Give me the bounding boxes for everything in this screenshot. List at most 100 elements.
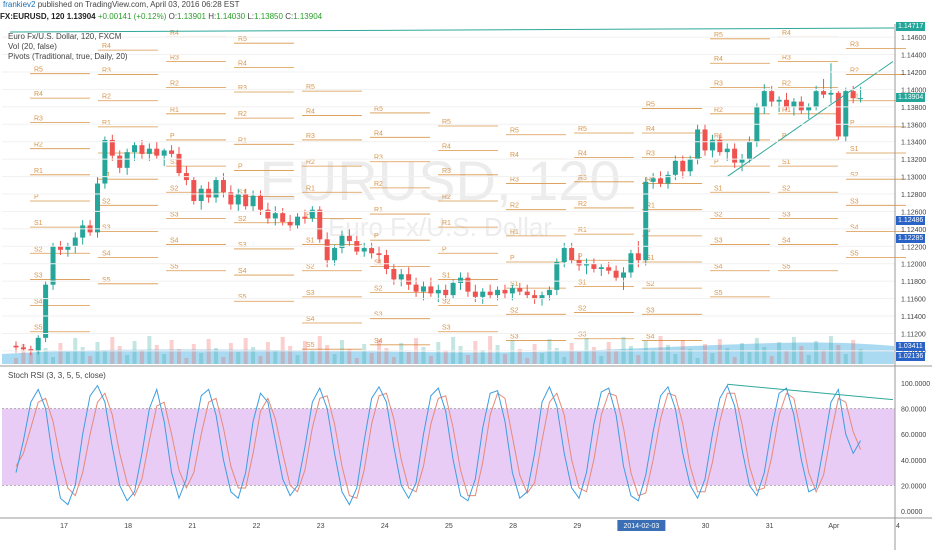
price-tick-label: 1.13400: [901, 140, 926, 147]
volume-bar: [273, 351, 278, 364]
candle-body: [109, 139, 115, 156]
chart-canvas[interactable]: EURUSD, 120 Euro Fx/U.S. Dollar R5R4R3R2…: [0, 24, 932, 550]
volume-bar: [288, 346, 293, 364]
price-tick-label: 1.14400: [901, 53, 926, 60]
candle-body: [176, 153, 182, 174]
candle-body: [435, 289, 441, 294]
candle-body: [621, 272, 627, 278]
candle-body: [13, 345, 19, 348]
pivot-label: S5: [850, 251, 859, 258]
volume-bar: [651, 350, 656, 364]
pivot-label: P: [34, 194, 39, 201]
price-tick-label: 1.14200: [901, 70, 926, 77]
volume-bar: [265, 342, 270, 364]
pivot-label: R4: [578, 150, 587, 157]
volume-bar: [828, 336, 833, 364]
candle-body: [509, 288, 515, 294]
candle-body: [213, 180, 219, 198]
volume-bar: [547, 339, 552, 364]
candle-body: [524, 291, 530, 296]
pivot-label: S2: [34, 246, 43, 253]
pivot-label: S4: [102, 251, 111, 258]
pivot-label: R5: [714, 32, 723, 39]
pivot-label: S4: [306, 316, 315, 323]
candle-body: [428, 286, 434, 294]
pivot-label: S4: [782, 238, 791, 245]
candle-body: [761, 91, 767, 107]
candle-body: [391, 268, 397, 280]
candle-body: [554, 262, 560, 290]
pivot-label: S1: [714, 185, 723, 192]
pivot-label: R4: [238, 61, 247, 68]
author-username[interactable]: frankiev2: [3, 0, 35, 9]
pivot-label: S1: [850, 146, 859, 153]
pivot-label: R2: [782, 81, 791, 88]
pivot-label: P: [238, 163, 243, 170]
candle-body: [850, 91, 856, 99]
candle-body: [495, 289, 501, 296]
legend-stoch-rsi[interactable]: Stoch RSI (3, 3, 5, 5, close): [8, 371, 106, 380]
pivot-label: S2: [782, 185, 791, 192]
pivot-label: R4: [714, 56, 723, 63]
volume-bar: [591, 347, 596, 364]
pivot-label: R2: [442, 194, 451, 201]
candle-body: [72, 237, 78, 247]
price-tag: 1.12285: [896, 233, 926, 243]
volume-bar: [740, 343, 745, 364]
time-tick-label: 25: [445, 523, 453, 530]
legend-volume[interactable]: Vol (20, false): [8, 42, 57, 51]
pivot-label: R2: [714, 107, 723, 114]
candle-body: [413, 284, 419, 292]
pivot-label: S3: [578, 332, 587, 339]
candle-body: [813, 91, 819, 107]
pivot-label: S3: [238, 242, 247, 249]
volume-bar: [199, 353, 204, 364]
volume-bar: [569, 343, 574, 364]
pivot-label: R2: [510, 203, 519, 210]
candle-body: [561, 248, 567, 262]
pivot-label: R2: [374, 181, 383, 188]
pivot-label: S1: [374, 259, 383, 266]
candle-body: [376, 253, 382, 256]
volume-bar: [680, 340, 685, 364]
volume-bar: [102, 351, 107, 364]
candle-body: [687, 159, 693, 172]
volume-bar: [784, 351, 789, 364]
volume-bar: [406, 352, 411, 364]
pivot-label: R1: [102, 120, 111, 127]
stoch-tick-label: 80.0000: [901, 407, 926, 414]
candle-body: [235, 194, 241, 205]
pivot-label: R5: [646, 102, 655, 109]
volume-bar: [132, 341, 137, 364]
legend-pivots[interactable]: Pivots (Traditional, true, Daily, 20): [8, 52, 128, 61]
pivot-label: R5: [34, 67, 43, 74]
pivot-label: R4: [102, 43, 111, 50]
candle-body: [502, 289, 508, 294]
volume-bar: [562, 357, 567, 364]
pivot-label: S5: [238, 294, 247, 301]
pivot-label: R4: [510, 152, 519, 159]
volume-bar: [473, 341, 478, 364]
symbol-label[interactable]: FX:EURUSD, 120: [0, 12, 64, 21]
volume-bar: [747, 352, 752, 364]
volume-bar: [302, 341, 307, 364]
candle-body: [198, 188, 204, 201]
volume-bar: [88, 356, 93, 364]
volume-bar: [162, 354, 167, 364]
candle-body: [257, 195, 263, 210]
candle-body: [695, 129, 701, 160]
candle-body: [287, 221, 293, 226]
price-tick-label: 1.13200: [901, 157, 926, 164]
candle-body: [117, 155, 123, 168]
legend-title[interactable]: Euro Fx/U.S. Dollar, 120, FXCM: [8, 32, 121, 41]
volume-bar: [295, 355, 300, 364]
time-tick-label: 4: [896, 523, 900, 530]
high-value: 1.14030: [216, 12, 246, 21]
pivot-label: P: [850, 120, 855, 127]
candle-body: [220, 180, 226, 193]
candle-body: [465, 277, 471, 292]
candle-body: [369, 248, 375, 254]
price-tick-label: 1.12200: [901, 244, 926, 251]
candle-body: [472, 291, 478, 297]
time-tick-label: 23: [317, 523, 325, 530]
